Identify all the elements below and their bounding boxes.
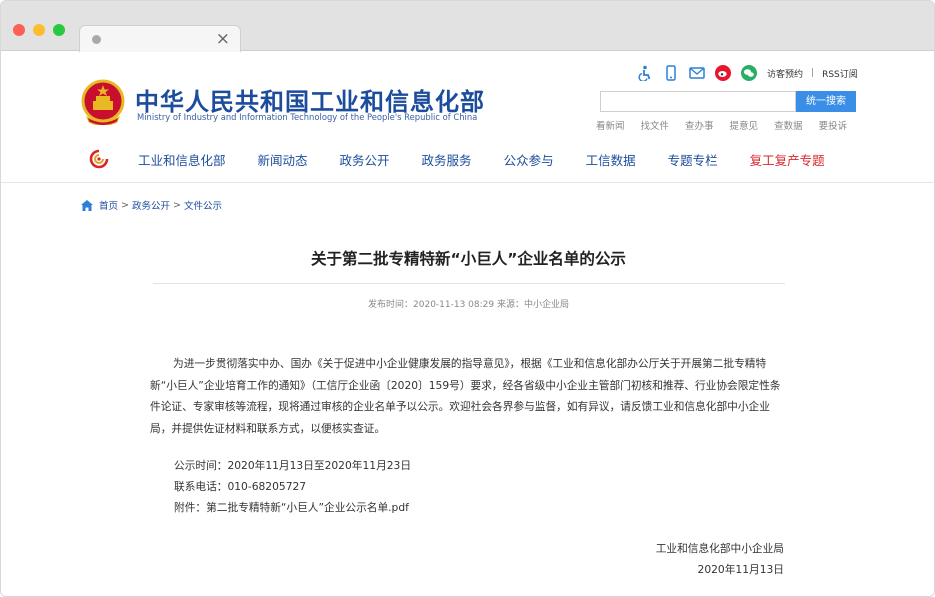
search-button[interactable]: 统一搜索 [796, 91, 856, 112]
national-emblem-icon[interactable] [81, 79, 125, 125]
breadcrumb-file-notice[interactable]: 文件公示 [184, 198, 222, 212]
contact-phone: 联系电话：010-68205727 [174, 480, 307, 493]
rss-link[interactable]: RSS订阅 [822, 67, 858, 80]
quick-link-news[interactable]: 看新闻 [596, 118, 625, 132]
site-subtitle: Ministry of Industry and Information Tec… [137, 112, 478, 122]
top-toolbar: 访客预约 | RSS订阅 [637, 63, 858, 83]
quick-link-data[interactable]: 查数据 [774, 118, 803, 132]
notice-period: 公示时间：2020年11月13日至2020年11月23日 [174, 459, 412, 472]
accessibility-icon[interactable] [637, 65, 653, 81]
signature-org: 工业和信息化部中小企业局 [655, 542, 784, 555]
nav-item-ministry[interactable]: 工业和信息化部 [138, 150, 226, 169]
weibo-icon[interactable] [715, 65, 731, 81]
signature-date: 2020年11月13日 [697, 563, 784, 576]
attachment-row: 附件：第二批专精特新“小巨人”企业公示名单.pdf [174, 500, 409, 515]
visitor-appointment-link[interactable]: 访客预约 [767, 67, 803, 80]
attachment-label: 附件： [174, 501, 207, 514]
attachment-link[interactable]: 第二批专精特新“小巨人”企业公示名单.pdf [206, 501, 409, 514]
nav-item-topics[interactable]: 专题专栏 [668, 150, 718, 169]
breadcrumb-gov-affairs[interactable]: 政务公开 [132, 198, 170, 212]
miit-logo-icon[interactable] [89, 149, 109, 169]
tab-favicon-icon [92, 35, 101, 44]
nav-item-news[interactable]: 新闻动态 [258, 150, 308, 169]
site-header: 中华人民共和国工业和信息化部 Ministry of Industry and … [1, 52, 934, 183]
breadcrumb: 首页 > 政务公开 > 文件公示 [81, 198, 222, 212]
breadcrumb-separator: > [121, 199, 129, 211]
mail-icon[interactable] [689, 65, 705, 81]
close-window-button[interactable] [13, 24, 25, 36]
browser-chrome: × [1, 1, 934, 52]
search-input[interactable] [600, 91, 796, 112]
browser-window: × 中华人民共和国工业和信息化部 Ministry of Industry an… [0, 0, 935, 597]
browser-tab[interactable]: × [79, 25, 241, 52]
nav-item-data[interactable]: 工信数据 [586, 150, 636, 169]
breadcrumb-separator: > [173, 199, 181, 211]
top-link-separator: | [811, 68, 815, 78]
article-title: 关于第二批专精特新“小巨人”企业名单的公示 [311, 250, 626, 268]
quick-link-files[interactable]: 找文件 [641, 118, 670, 132]
quick-link-services[interactable]: 查办事 [685, 118, 714, 132]
quick-link-suggestions[interactable]: 提意见 [730, 118, 759, 132]
breadcrumb-home[interactable]: 首页 [99, 198, 118, 212]
article-body: 为进一步贯彻落实中办、国办《关于促进中小企业健康发展的指导意见》，根据《工业和信… [150, 357, 781, 435]
title-divider [153, 283, 785, 284]
mobile-icon[interactable] [663, 65, 679, 81]
tab-close-icon[interactable]: × [216, 29, 230, 49]
quick-link-complaints[interactable]: 要投诉 [819, 118, 848, 132]
nav-item-gov-services[interactable]: 政务服务 [422, 150, 472, 169]
quick-links: 看新闻 找文件 查办事 提意见 查数据 要投诉 [596, 118, 863, 132]
home-icon [81, 199, 93, 211]
minimize-window-button[interactable] [33, 24, 45, 36]
wechat-icon[interactable] [741, 65, 757, 81]
nav-item-gov-affairs[interactable]: 政务公开 [340, 150, 390, 169]
main-nav: 工业和信息化部 新闻动态 政务公开 政务服务 公众参与 工信数据 专题专栏 复工… [89, 148, 857, 170]
nav-item-resumption[interactable]: 复工复产专题 [750, 150, 825, 169]
article-meta: 发布时间：2020-11-13 08:29 来源：中小企业局 [368, 300, 569, 310]
maximize-window-button[interactable] [53, 24, 65, 36]
nav-item-public-participation[interactable]: 公众参与 [504, 150, 554, 169]
